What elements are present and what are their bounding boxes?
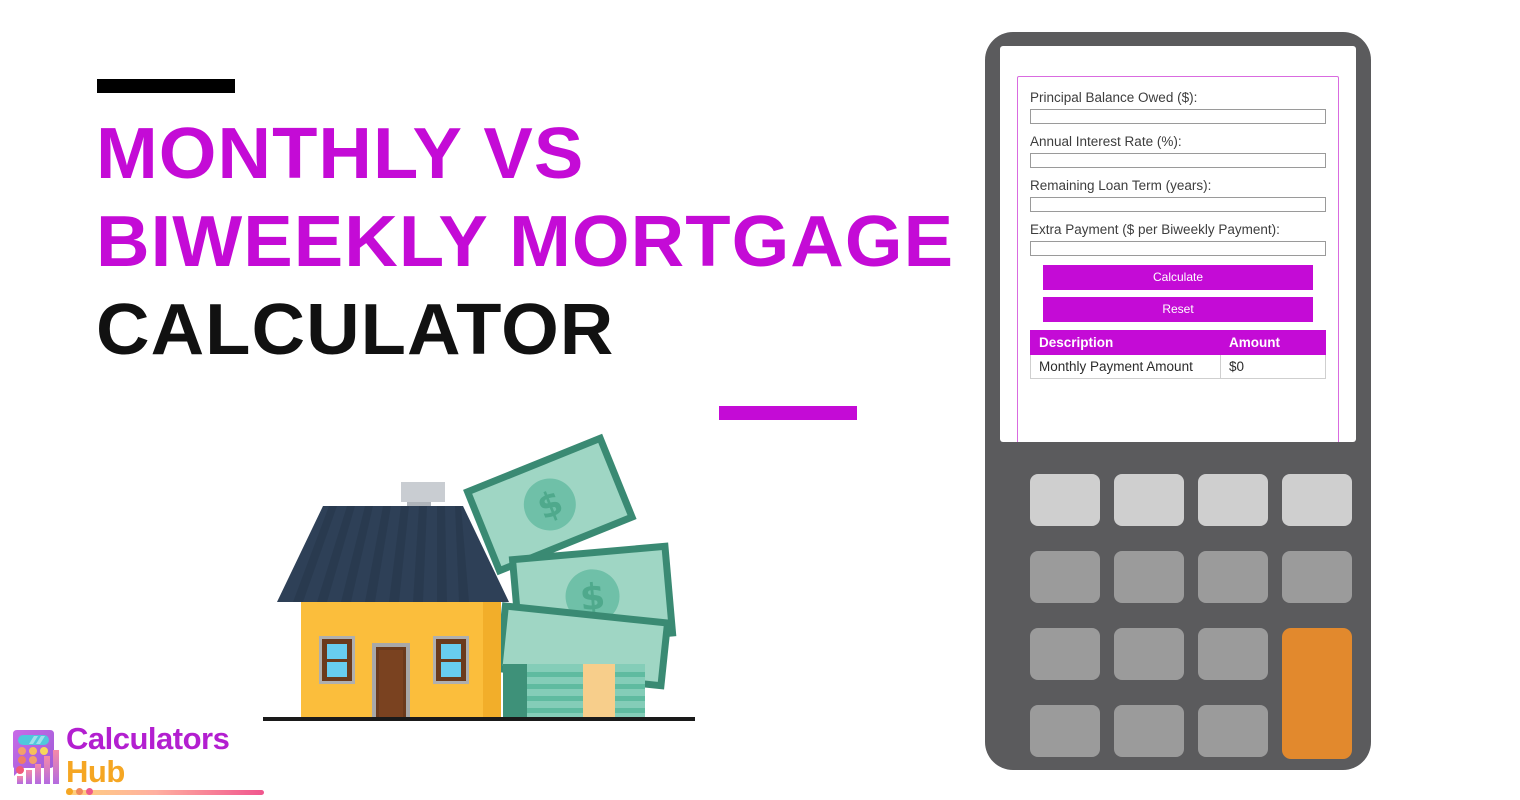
keypad-key-r4c3[interactable]: [1198, 705, 1268, 757]
brand-logo[interactable]: Calculators Hub: [4, 722, 264, 796]
brand-word-hub: Hub: [66, 754, 125, 789]
roof-icon: [277, 506, 509, 602]
headline-line-3: CALCULATOR: [96, 290, 615, 370]
headline-line-2: BIWEEKLY MORTGAGE: [96, 202, 955, 282]
mid-dash-decoration: [719, 406, 857, 420]
keypad-key-r2c4[interactable]: [1282, 551, 1352, 603]
bill-stack-icon: [503, 664, 645, 720]
results-header-description: Description: [1030, 330, 1221, 355]
calculator-screen: Principal Balance Owed ($): Annual Inter…: [1000, 46, 1356, 442]
poster-canvas: MONTHLY VS BIWEEKLY MORTGAGE CALCULATOR …: [0, 0, 1520, 800]
keypad-key-r1c4[interactable]: [1282, 474, 1352, 526]
page-title: MONTHLY VS BIWEEKLY MORTGAGE CALCULATOR: [96, 110, 976, 374]
result-row-amount: $0: [1220, 354, 1326, 379]
calculate-button[interactable]: Calculate: [1043, 265, 1313, 290]
keypad-key-r2c2[interactable]: [1114, 551, 1184, 603]
remaining-loan-term-input[interactable]: [1030, 197, 1326, 212]
keypad-key-r1c1[interactable]: [1030, 474, 1100, 526]
window-icon-right: [433, 636, 469, 684]
mortgage-calculator-form: Principal Balance Owed ($): Annual Inter…: [1017, 76, 1339, 442]
label-annual-interest-rate: Annual Interest Rate (%):: [1030, 134, 1182, 149]
results-table-header-row: Description Amount: [1030, 330, 1326, 355]
label-extra-payment: Extra Payment ($ per Biweekly Payment):: [1030, 222, 1280, 237]
keypad-key-r4c2[interactable]: [1114, 705, 1184, 757]
house-wall-shadow: [483, 602, 501, 720]
label-principal-balance: Principal Balance Owed ($):: [1030, 90, 1198, 105]
window-icon-left: [319, 636, 355, 684]
headline-line-1: MONTHLY VS: [96, 114, 585, 194]
calculator-keypad: [1000, 464, 1356, 759]
field-extra-payment: Extra Payment ($ per Biweekly Payment):: [1030, 221, 1326, 256]
brand-dots: [66, 788, 93, 795]
house-with-money-illustration: $ $: [255, 432, 705, 727]
keypad-key-r3c1[interactable]: [1030, 628, 1100, 680]
keypad-key-equals-orange[interactable]: [1282, 628, 1352, 759]
calculator-device: Principal Balance Owed ($): Annual Inter…: [985, 32, 1371, 770]
calculator-bar-chart-icon: [8, 728, 60, 786]
reset-button[interactable]: Reset: [1043, 297, 1313, 322]
top-dash-decoration: [97, 79, 235, 93]
table-row: Monthly Payment Amount $0: [1030, 354, 1326, 379]
keypad-key-r2c1[interactable]: [1030, 551, 1100, 603]
brand-logo-text: Calculators Hub: [66, 721, 230, 789]
brand-word-calculators: Calculators: [66, 721, 230, 756]
keypad-key-r1c2[interactable]: [1114, 474, 1184, 526]
field-remaining-loan-term: Remaining Loan Term (years):: [1030, 177, 1326, 212]
brand-underline: [66, 790, 264, 795]
ground-line: [263, 717, 695, 721]
annual-interest-rate-input[interactable]: [1030, 153, 1326, 168]
principal-balance-input[interactable]: [1030, 109, 1326, 124]
results-table: Description Amount Monthly Payment Amoun…: [1030, 330, 1326, 379]
extra-payment-input[interactable]: [1030, 241, 1326, 256]
field-principal-balance: Principal Balance Owed ($):: [1030, 89, 1326, 124]
keypad-key-r4c1[interactable]: [1030, 705, 1100, 757]
result-row-description: Monthly Payment Amount: [1030, 354, 1221, 379]
field-annual-interest-rate: Annual Interest Rate (%):: [1030, 133, 1326, 168]
keypad-key-r2c3[interactable]: [1198, 551, 1268, 603]
results-header-amount: Amount: [1220, 330, 1326, 355]
keypad-key-r3c2[interactable]: [1114, 628, 1184, 680]
door-icon: [372, 643, 410, 720]
keypad-key-r1c3[interactable]: [1198, 474, 1268, 526]
keypad-key-r3c3[interactable]: [1198, 628, 1268, 680]
label-remaining-loan-term: Remaining Loan Term (years):: [1030, 178, 1212, 193]
